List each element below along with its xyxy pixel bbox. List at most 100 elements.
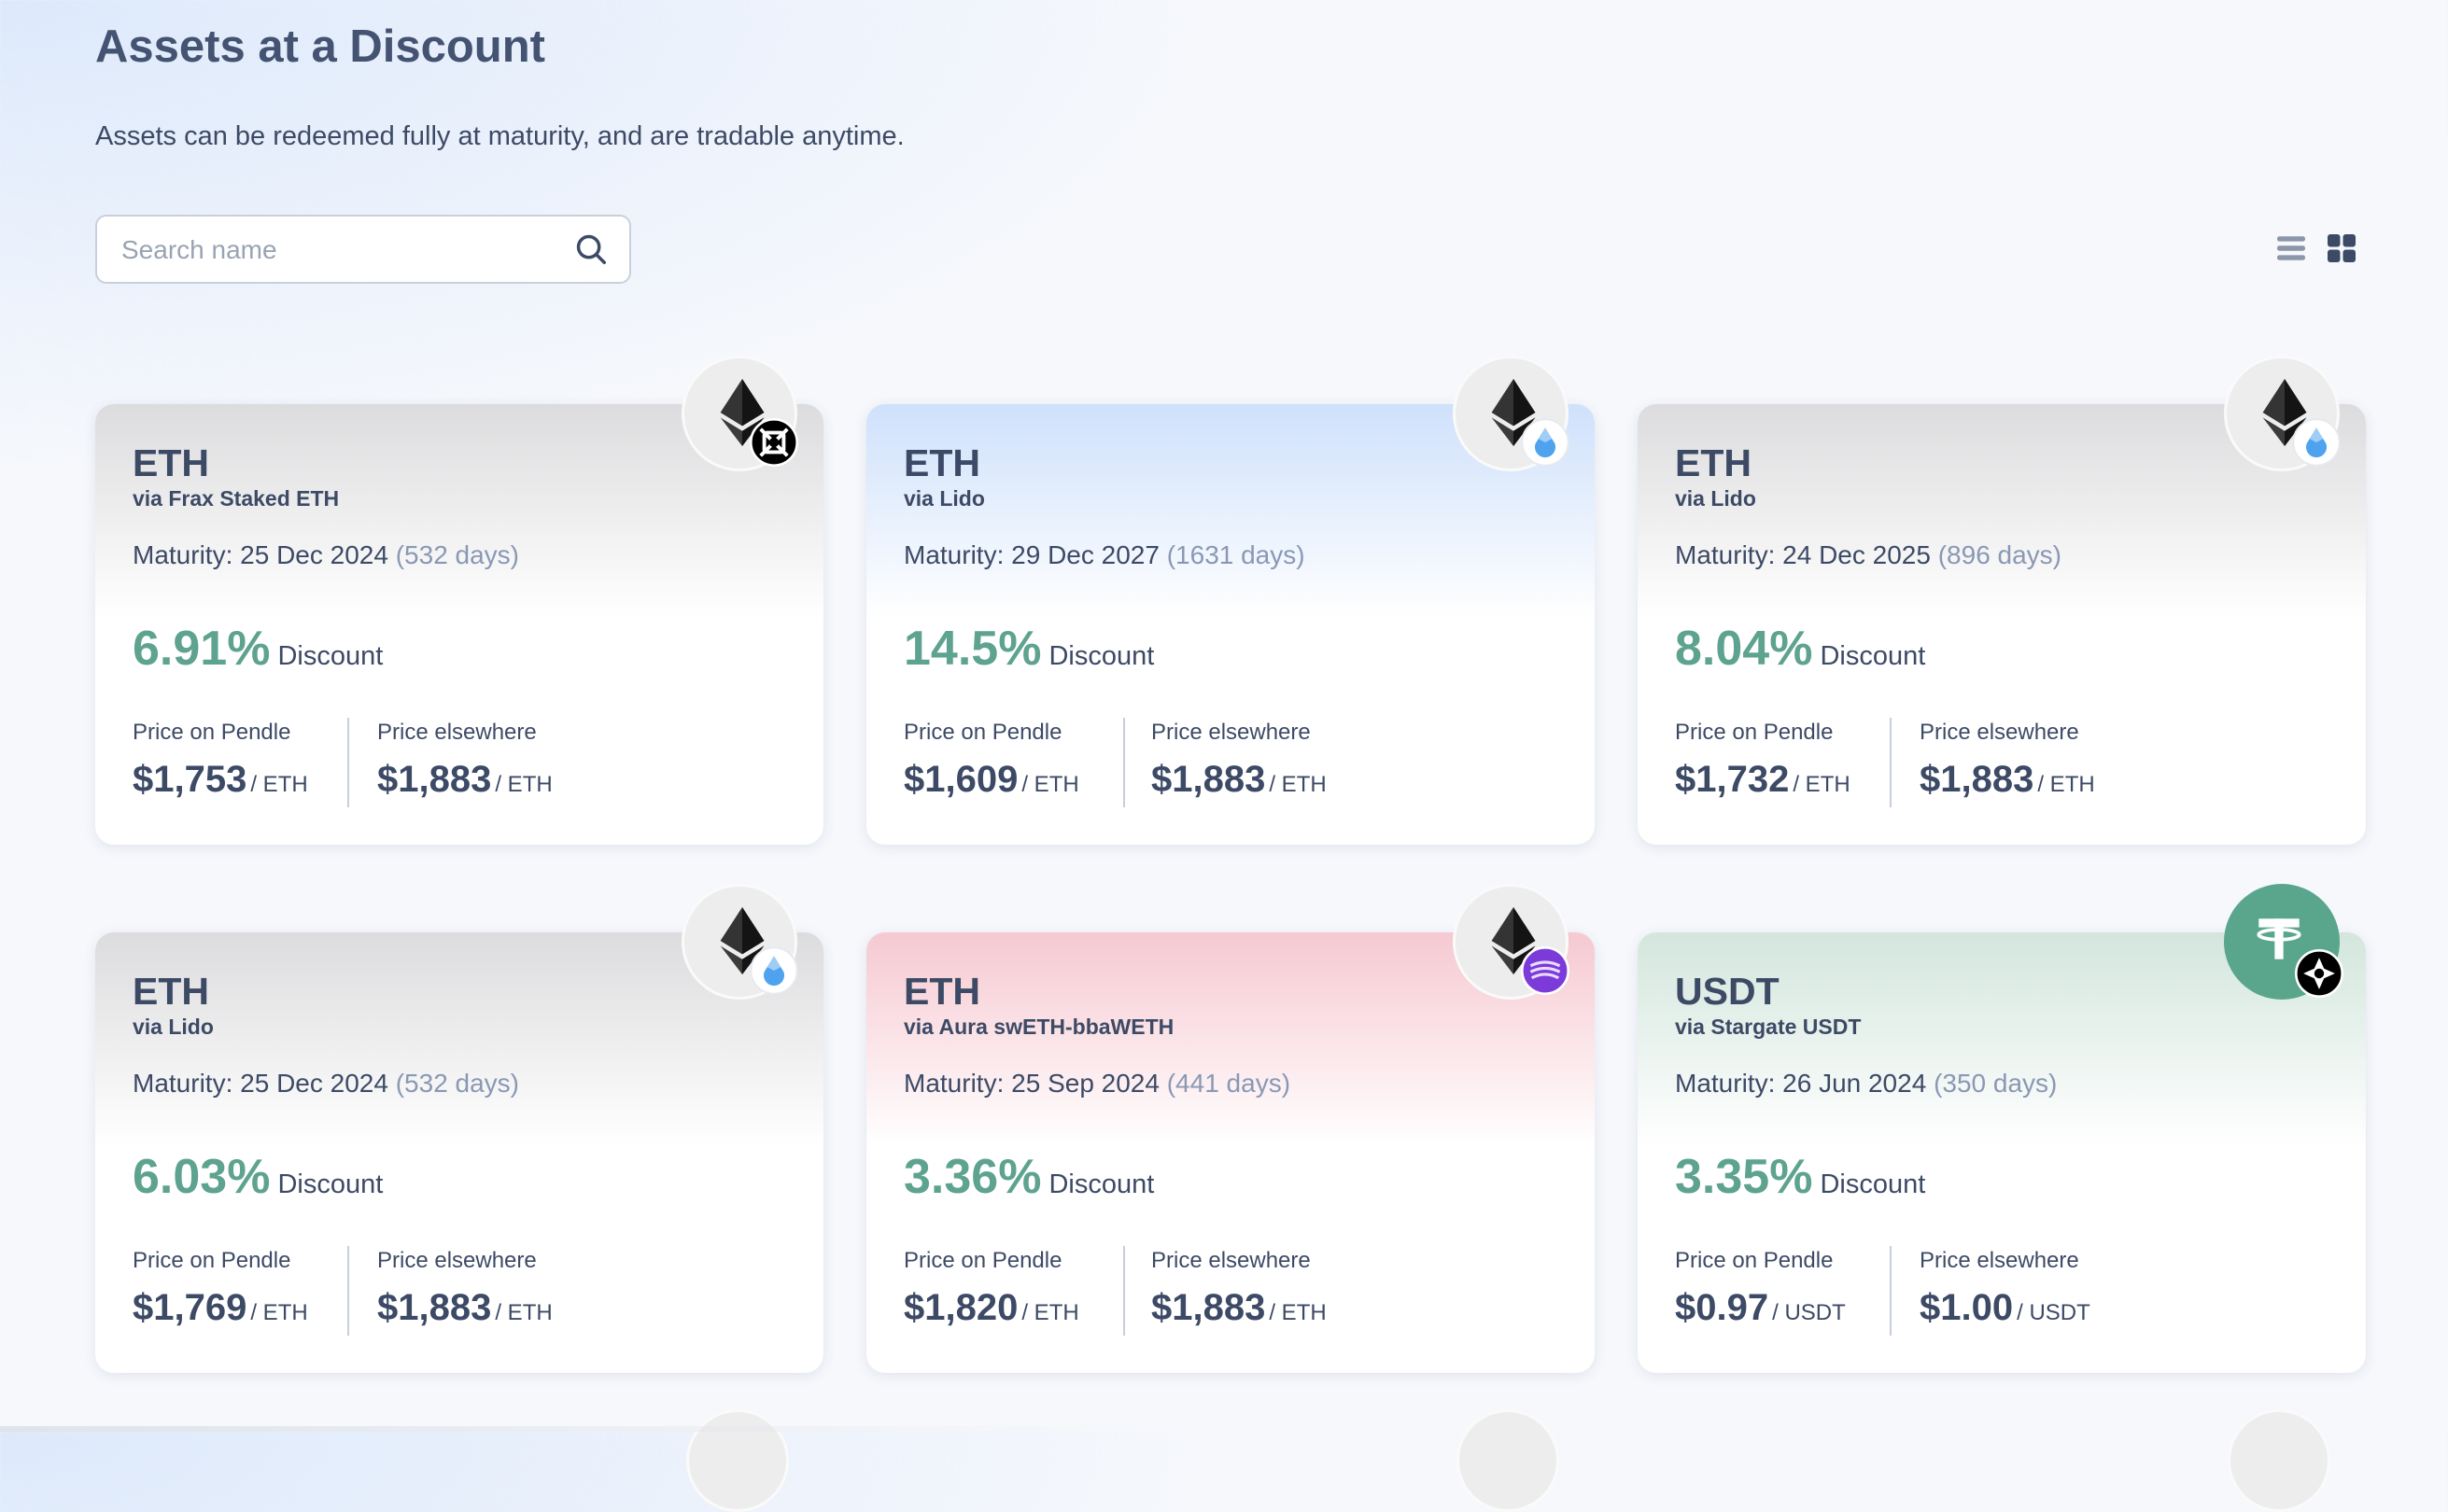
pendle-price-value: $0.97 [1675, 1287, 1769, 1328]
price-divider [347, 718, 349, 807]
maturity-label: Maturity: [1675, 540, 1783, 569]
pendle-price-value: $1,753 [133, 759, 247, 800]
maturity-date: 26 Jun 2024 [1782, 1069, 1927, 1098]
price-on-pendle-label: Price on Pendle [904, 720, 1062, 745]
discount-label: Discount [1048, 1169, 1155, 1199]
discount-percent: 8.04% [1675, 622, 1813, 676]
pendle-price-value: $1,609 [904, 759, 1019, 800]
elsewhere-price-value: $1,883 [1920, 759, 2034, 800]
asset-logo [682, 356, 798, 471]
pendle-price-value: $1,820 [904, 1287, 1019, 1328]
price-elsewhere-label: Price elsewhere [1920, 720, 2079, 745]
price-elsewhere-label: Price elsewhere [1151, 1248, 1311, 1273]
price-unit: / ETH [1269, 1300, 1327, 1325]
price-on-pendle-label: Price on Pendle [1675, 1248, 1834, 1273]
maturity-days: (532 days) [395, 1069, 520, 1098]
price-on-pendle-label: Price on Pendle [1675, 720, 1834, 745]
maturity-label: Maturity: [904, 1069, 1012, 1098]
maturity-line: Maturity: 24 Dec 2025 (896 days) [1675, 540, 2061, 570]
maturity-label: Maturity: [1675, 1069, 1783, 1098]
maturity-days: (441 days) [1166, 1069, 1291, 1098]
search-input[interactable] [120, 217, 562, 284]
maturity-date: 25 Dec 2024 [240, 540, 388, 569]
price-unit: / ETH [250, 1300, 308, 1325]
discount-percent: 14.5% [904, 622, 1042, 676]
maturity-date: 25 Sep 2024 [1011, 1069, 1160, 1098]
price-elsewhere: Price elsewhere $1,883/ ETH [1151, 720, 1327, 801]
discount-line: 3.36% Discount [904, 1149, 1154, 1205]
discount-label: Discount [1048, 641, 1155, 671]
elsewhere-price-value: $1,883 [1151, 759, 1266, 800]
elsewhere-price-value: $1,883 [1151, 1287, 1266, 1328]
stargate-icon [2295, 949, 2343, 998]
lido-icon [2292, 418, 2341, 467]
discount-label: Discount [1820, 1169, 1926, 1199]
price-elsewhere-label: Price elsewhere [377, 1248, 537, 1273]
discount-percent: 6.03% [133, 1150, 271, 1204]
asset-card[interactable]: ETH via Frax Staked ETH Maturity: 25 Dec… [95, 356, 823, 845]
asset-card[interactable]: ETH via Lido Maturity: 24 Dec 2025 (896 … [1638, 356, 2366, 845]
price-elsewhere: Price elsewhere $1.00/ USDT [1920, 1248, 2090, 1329]
next-row-logo [2228, 1409, 2330, 1512]
asset-name: USDT [1675, 970, 1780, 1013]
discount-percent: 3.35% [1675, 1150, 1813, 1204]
asset-card[interactable]: ETH via Lido Maturity: 25 Dec 2024 (532 … [95, 884, 823, 1373]
maturity-date: 29 Dec 2027 [1011, 540, 1160, 569]
price-unit: / USDT [1772, 1300, 1846, 1325]
maturity-line: Maturity: 29 Dec 2027 (1631 days) [904, 540, 1305, 570]
grid-view-icon[interactable] [2325, 231, 2358, 265]
price-elsewhere: Price elsewhere $1,883/ ETH [1920, 720, 2095, 801]
discount-label: Discount [277, 1169, 384, 1199]
search-icon[interactable] [573, 231, 609, 267]
asset-logo [682, 884, 798, 1000]
asset-logo [2224, 356, 2341, 471]
elsewhere-price-value: $1,883 [377, 1287, 492, 1328]
frax-icon [750, 418, 798, 467]
price-divider [1890, 1246, 1892, 1336]
asset-card[interactable]: USDT via Stargate USDT Maturity: 26 Jun … [1638, 884, 2366, 1373]
asset-card[interactable]: ETH via Lido Maturity: 29 Dec 2027 (1631… [866, 356, 1595, 845]
elsewhere-price-value: $1,883 [377, 759, 492, 800]
discount-line: 14.5% Discount [904, 621, 1154, 677]
price-on-pendle: Price on Pendle $1,753/ ETH [133, 720, 308, 801]
maturity-line: Maturity: 25 Dec 2024 (532 days) [133, 1069, 519, 1099]
asset-name: ETH [133, 441, 209, 484]
horizontal-scrollbar[interactable] [0, 1426, 1120, 1432]
price-unit: / ETH [1269, 772, 1327, 797]
asset-name: ETH [1675, 441, 1752, 484]
maturity-date: 24 Dec 2025 [1782, 540, 1931, 569]
price-elsewhere-label: Price elsewhere [1920, 1248, 2079, 1273]
elsewhere-price-value: $1.00 [1920, 1287, 2014, 1328]
price-on-pendle: Price on Pendle $0.97/ USDT [1675, 1248, 1846, 1329]
page-subtitle: Assets can be redeemed fully at maturity… [95, 121, 905, 151]
price-on-pendle-label: Price on Pendle [133, 720, 291, 745]
price-unit: / USDT [2017, 1300, 2090, 1325]
maturity-days: (350 days) [1934, 1069, 2058, 1098]
maturity-days: (532 days) [395, 540, 520, 569]
price-on-pendle: Price on Pendle $1,609/ ETH [904, 720, 1079, 801]
search-box[interactable] [95, 215, 631, 284]
next-row-logo [686, 1409, 789, 1512]
maturity-label: Maturity: [133, 540, 241, 569]
price-on-pendle: Price on Pendle $1,820/ ETH [904, 1248, 1079, 1329]
asset-logo [1453, 884, 1569, 1000]
asset-name: ETH [904, 441, 980, 484]
discount-percent: 6.91% [133, 622, 271, 676]
price-unit: / ETH [250, 772, 308, 797]
asset-source: via Lido [904, 486, 985, 511]
discount-line: 8.04% Discount [1675, 621, 1925, 677]
pendle-price-value: $1,769 [133, 1287, 247, 1328]
price-unit: / ETH [495, 772, 553, 797]
maturity-date: 25 Dec 2024 [240, 1069, 388, 1098]
price-elsewhere: Price elsewhere $1,883/ ETH [1151, 1248, 1327, 1329]
lido-icon [750, 946, 798, 995]
asset-card[interactable]: ETH via Aura swETH-bbaWETH Maturity: 25 … [866, 884, 1595, 1373]
maturity-days: (896 days) [1937, 540, 2062, 569]
maturity-line: Maturity: 26 Jun 2024 (350 days) [1675, 1069, 2057, 1099]
list-view-icon[interactable] [2274, 231, 2308, 265]
lido-icon [1521, 418, 1569, 467]
price-elsewhere: Price elsewhere $1,883/ ETH [377, 720, 553, 801]
price-on-pendle: Price on Pendle $1,732/ ETH [1675, 720, 1850, 801]
price-divider [1123, 718, 1125, 807]
discount-line: 6.91% Discount [133, 621, 383, 677]
